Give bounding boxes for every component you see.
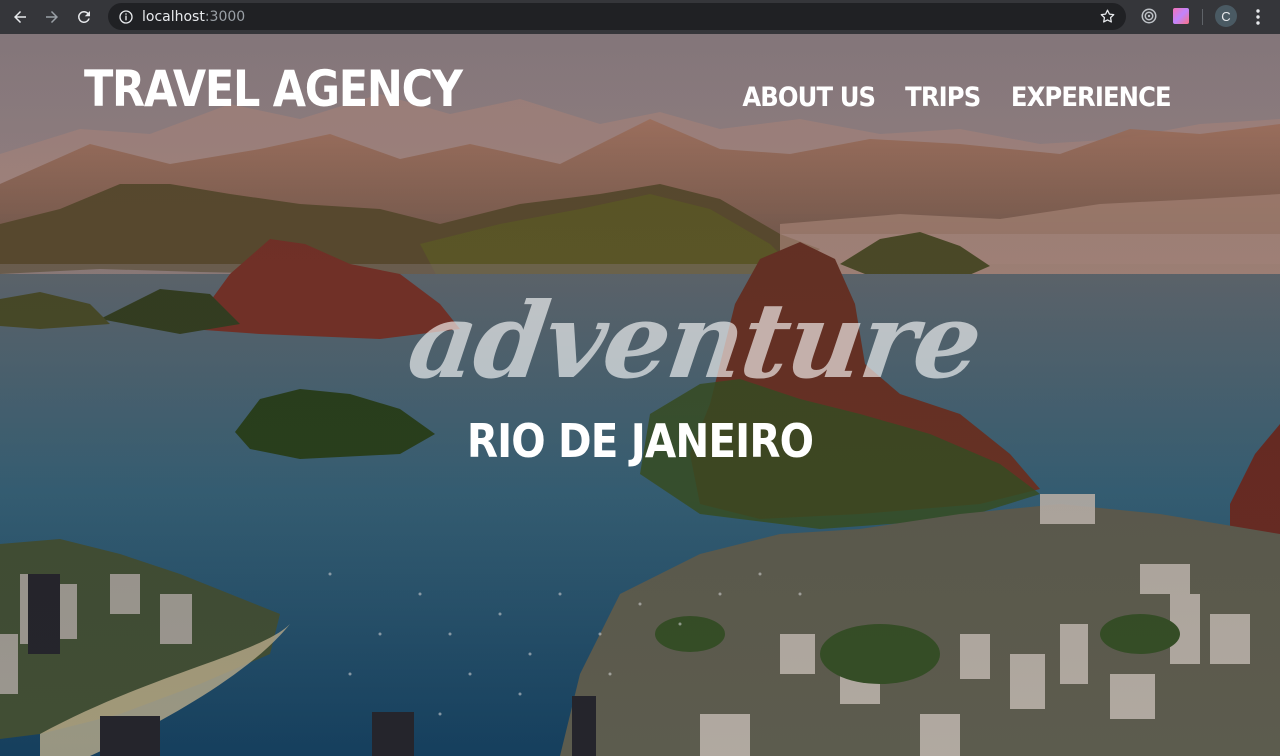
extension-target-icon[interactable] [1140,7,1158,25]
nav-link-experience[interactable]: EXPERIENCE [1011,84,1172,111]
bookmark-star-icon[interactable] [1099,8,1116,25]
reload-icon [78,11,90,23]
back-button[interactable] [8,5,32,29]
brand-logo-text[interactable]: TRAVEL AGENCY [84,64,463,114]
hero-script-heading: adventure [401,279,988,402]
address-bar[interactable]: localhost:3000 [108,3,1126,30]
profile-avatar[interactable]: C [1215,5,1237,27]
arrow-left-icon [14,11,26,23]
url-host: localhost [142,8,205,25]
info-icon[interactable] [118,9,134,25]
forward-button[interactable] [40,5,64,29]
hero-section: TRAVEL AGENCY ABOUT US TRIPS EXPERIENCE … [0,34,1280,756]
url-port: :3000 [204,8,246,25]
kebab-menu-icon[interactable] [1250,8,1266,26]
extension-gradient-icon[interactable] [1173,8,1189,24]
nav-link-about-us[interactable]: ABOUT US [743,84,877,111]
hero-city-title: RIO DE JANEIRO [466,414,814,468]
nav-link-trips[interactable]: TRIPS [905,84,981,111]
browser-toolbar: localhost:3000 C [0,0,1280,34]
reload-button[interactable] [72,5,96,29]
arrow-right-icon [46,11,58,23]
top-navigation: ABOUT US TRIPS EXPERIENCE [717,84,1180,111]
toolbar-divider [1202,9,1203,25]
